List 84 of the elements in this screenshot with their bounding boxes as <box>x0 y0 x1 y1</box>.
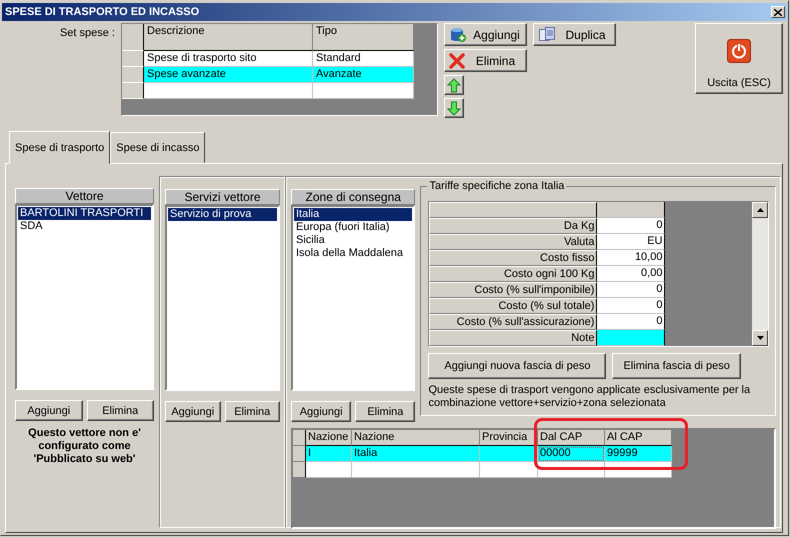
row-header <box>122 67 144 83</box>
table-cell: 99999 <box>605 446 672 462</box>
column-header: Dal CAP <box>538 430 605 446</box>
delete-icon <box>449 52 465 68</box>
list-item[interactable]: Sicilia <box>294 234 412 247</box>
close-button[interactable] <box>771 6 785 18</box>
field-label: Set spese : <box>58 26 116 41</box>
list-item[interactable]: Italia <box>294 208 412 221</box>
tab[interactable]: Spese di trasporto <box>9 131 110 164</box>
row-label: Costo (% sul totale) <box>429 298 598 314</box>
row-label: Costo (% sull'imponibile) <box>429 282 598 298</box>
list-item[interactable]: SDA <box>18 220 151 233</box>
row-header <box>293 430 306 446</box>
exit-button[interactable]: Uscita (ESC) <box>695 23 783 94</box>
column-header: Descrizione <box>144 24 313 51</box>
list-header: Servizi vettore <box>165 189 280 205</box>
table-cell[interactable]: 0 <box>597 298 666 314</box>
column-header: Provincia <box>480 430 538 446</box>
list-item[interactable]: Europa (fuori Italia) <box>294 221 412 234</box>
delete-weight-band-button[interactable]: Elimina fascia di peso <box>612 353 741 379</box>
row-header <box>122 83 144 99</box>
table-row[interactable]: Spese avanzate Avanzate <box>122 67 437 83</box>
row-label: Da Kg <box>429 218 598 234</box>
table-cell <box>480 462 538 478</box>
tab[interactable]: Spese di incasso <box>110 132 206 163</box>
power-icon <box>727 39 751 63</box>
add-button[interactable]: Aggiungi <box>15 400 82 421</box>
add-weight-band-button[interactable]: Aggiungi nuova fascia di peso <box>428 353 606 379</box>
table-cell: I <box>306 446 352 462</box>
group-title: Tariffe specifiche zona Italia <box>427 180 566 192</box>
table-cell[interactable]: EU <box>597 234 666 250</box>
arrow-down-icon <box>447 100 461 116</box>
column-header: Nazione <box>352 430 480 446</box>
table-row[interactable]: Spese di trasporto sito Standard <box>122 51 437 67</box>
scrollbar[interactable] <box>752 202 768 346</box>
pages-icon <box>538 26 556 42</box>
delete-button[interactable]: Elimina <box>444 49 527 72</box>
table-cell[interactable]: 10,00 <box>597 250 666 266</box>
delete-button[interactable]: Elimina <box>86 400 154 421</box>
scroll-down-icon <box>756 336 764 340</box>
column-header: Tipo <box>313 24 414 51</box>
delete-button[interactable]: Elimina <box>355 401 416 422</box>
scroll-up-icon <box>756 208 764 212</box>
table-cell <box>306 462 352 478</box>
duplicate-button[interactable]: Duplica <box>533 23 616 46</box>
table-cell[interactable]: 0 <box>597 314 666 330</box>
row-label: Costo (% sull'assicurazione) <box>429 314 598 330</box>
arrow-up-icon <box>447 78 461 92</box>
list-header: Vettore <box>15 188 154 204</box>
list-item[interactable]: Isola della Maddalena <box>294 247 412 260</box>
table-cell <box>480 446 538 462</box>
add-button[interactable]: Aggiungi <box>444 23 527 46</box>
table-cell[interactable]: 0 <box>597 282 666 298</box>
table-cell: Avanzate <box>313 67 414 83</box>
move-up-button[interactable] <box>444 75 464 95</box>
info-text: Queste spese di trasport vengono applicate esclusivamente per la combinazione vettore+servizio+zona selezionata <box>428 384 752 410</box>
column-header: Nazione <box>306 430 352 446</box>
table-cell: 00000 <box>538 446 605 462</box>
window-title: SPESE DI TRASPORTO ED INCASSO <box>5 6 200 18</box>
row-header <box>293 446 306 462</box>
warning-text: Questo vettore non e' configurato come 'Pubblicato su web' <box>27 427 142 466</box>
close-icon <box>774 8 782 16</box>
row-label: Costo ogni 100 Kg <box>429 266 598 282</box>
list-header: Zone di consegna <box>291 189 416 205</box>
table-cell[interactable]: 0,00 <box>597 266 666 282</box>
table-cell: Spese avanzate <box>144 67 313 83</box>
table-cell: Standard <box>313 51 414 67</box>
column-header: Al CAP <box>605 430 672 446</box>
table-cell[interactable]: 0 <box>597 218 666 234</box>
add-button[interactable]: Aggiungi <box>291 401 352 422</box>
row-label: Note <box>429 330 598 346</box>
row-header <box>293 462 306 478</box>
list-item[interactable]: Servizio di prova <box>168 208 277 221</box>
add-icon <box>449 26 467 42</box>
row-label: Costo fisso <box>429 250 598 266</box>
table-cell: Spese di trasporto sito <box>144 51 313 67</box>
delete-button[interactable]: Elimina <box>224 401 280 422</box>
move-down-button[interactable] <box>444 98 464 118</box>
row-label: Valuta <box>429 234 598 250</box>
table-row[interactable]: I Italia 00000 99999 <box>293 446 774 462</box>
table-cell: Italia <box>352 446 480 462</box>
list-item[interactable]: BARTOLINI TRASPORTI <box>18 207 151 220</box>
add-button[interactable]: Aggiungi <box>165 401 220 422</box>
table-cell[interactable] <box>597 330 666 346</box>
